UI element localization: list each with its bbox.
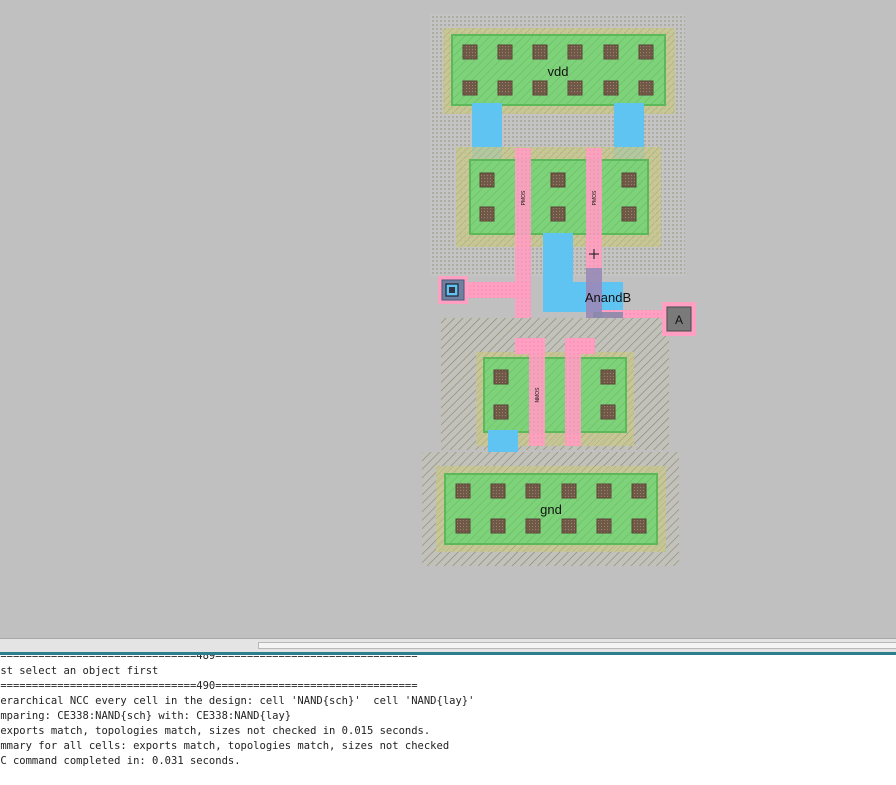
pmos-right-label: PMOS [592,190,598,205]
output-label: AnandB [585,290,631,305]
message-console[interactable]: ================================489=====… [0,655,896,785]
console-line: ierarchical NCC every cell in the design… [0,695,475,707]
nmos-poly-2 [565,338,581,446]
console-line: ust select an object first [0,665,159,677]
nmos-poly-1-link [515,338,545,354]
nmos-label: NMOS [535,387,541,403]
console-line: ================================489=====… [0,655,418,662]
console-line: omparing: CE338:NAND{sch} with: CE338:NA… [0,710,292,722]
input-b-poly [468,282,528,298]
console-line: ================================490=====… [0,680,418,692]
gnd-label: gnd [540,502,562,517]
input-b-pin[interactable] [438,276,468,304]
input-a-label: A [675,313,683,327]
vdd-label: vdd [548,64,569,79]
console-line: ummary for all cells: exports match, top… [0,740,450,752]
nmos-poly-2-link [565,338,595,354]
horizontal-scrollbar[interactable] [0,638,896,653]
layout-drawing[interactable]: PMOS PMOS NMOS A vdd AnandB gnd [0,0,896,638]
pmos-left-label: PMOS [521,190,527,205]
nmos-active [483,357,627,433]
input-a-pin[interactable]: A [662,302,696,336]
scrollbar-thumb[interactable] [258,642,896,649]
pmos-active [469,159,649,235]
layout-canvas[interactable]: PMOS PMOS NMOS A vdd AnandB gnd [0,0,896,638]
console-line: exports match, topologies match, sizes n… [0,725,431,737]
console-line: CC command completed in: 0.031 seconds. [0,755,241,767]
